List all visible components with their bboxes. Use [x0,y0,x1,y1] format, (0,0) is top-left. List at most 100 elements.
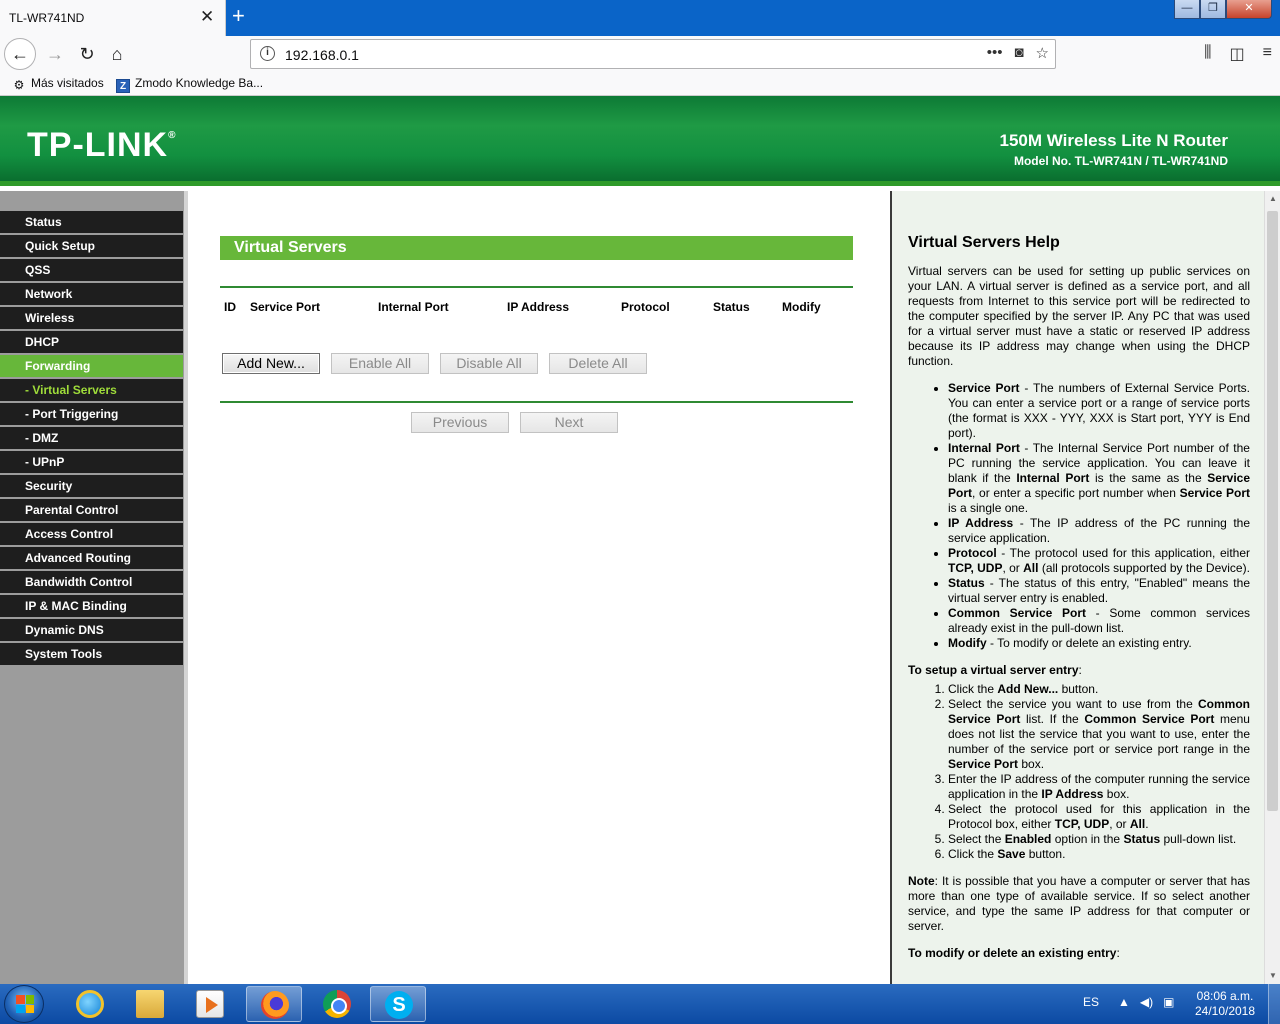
new-tab-icon[interactable]: + [232,3,245,29]
bookmark-star-icon[interactable]: ☆ [1036,44,1049,62]
skype-icon: S [385,991,413,1019]
gear-icon: ⚙ [13,78,25,92]
help-item-common-service-port: Common Service Port - Some common servic… [948,606,1250,636]
help-step: Select the protocol used for this applic… [948,802,1250,832]
product-name: 150M Wireless Lite N Router [999,131,1228,150]
disable-all-button[interactable]: Disable All [440,353,538,374]
media-player-icon [196,990,224,1018]
sidebar-icon[interactable]: ◫ [1230,44,1245,64]
maximize-button[interactable]: ❐ [1200,0,1226,19]
column-header-id: ID [224,300,236,314]
taskbar-internet-explorer[interactable] [62,986,118,1022]
sidebar-item-dynamic-dns[interactable]: Dynamic DNS [0,619,183,643]
url-bar[interactable]: i 192.168.0.1 ••• ◙ ☆ [250,39,1056,69]
clock-date: 24/10/2018 [1194,1004,1256,1018]
help-step: Click the Save button. [948,847,1250,862]
taskbar-skype[interactable]: S [370,986,426,1022]
delete-all-button[interactable]: Delete All [549,353,647,374]
sidebar-item-bandwidth-control[interactable]: Bandwidth Control [0,571,183,595]
sidebar-item-ip-mac-binding[interactable]: IP & MAC Binding [0,595,183,619]
help-step: Select the Enabled option in the Status … [948,832,1250,847]
help-step: Enter the IP address of the computer run… [948,772,1250,802]
previous-button[interactable]: Previous [411,412,509,433]
url-actions: ••• ◙ ☆ [987,44,1049,62]
pocket-icon[interactable]: ◙ [1014,44,1023,62]
close-window-button[interactable]: ✕ [1226,0,1272,19]
page-actions-icon[interactable]: ••• [987,44,1003,62]
taskbar-file-explorer[interactable] [122,986,178,1022]
taskbar-firefox[interactable] [246,986,302,1022]
scroll-up-icon[interactable]: ▲ [1265,191,1280,207]
help-item-internal-port: Internal Port - The Internal Service Por… [948,441,1250,516]
network-icon[interactable]: ▣ [1163,995,1174,1009]
zmodo-icon: Z [116,79,130,93]
column-header-service-port: Service Port [250,300,321,314]
sidebar-item-dmz[interactable]: - DMZ [0,427,183,451]
volume-icon[interactable]: ◀) [1140,995,1153,1009]
browser-tab-bar: TL-WR741ND ✕ + — ❐ ✕ [0,0,1280,36]
library-icon[interactable]: ⫼ [1204,44,1211,64]
show-hidden-icons-icon[interactable]: ▲ [1118,995,1130,1009]
clock[interactable]: 08:06 a.m. 24/10/2018 [1190,989,1260,1019]
add-new-button[interactable]: Add New... [222,353,320,374]
model-number: Model No. TL-WR741N / TL-WR741ND [1013,154,1228,168]
taskbar-media-player[interactable] [182,986,238,1022]
column-header-status: Status [713,300,750,314]
column-header-protocol: Protocol [621,300,670,314]
scroll-down-icon[interactable]: ▼ [1265,968,1280,984]
sidebar-item-wireless[interactable]: Wireless [0,307,183,331]
help-setup-steps: Click the Add New... button. Select the … [948,682,1250,862]
table-header-row: ID Service Port Internal Port IP Address… [220,300,853,318]
sidebar-item-advanced-routing[interactable]: Advanced Routing [0,547,183,571]
next-button[interactable]: Next [520,412,618,433]
router-header: TP-LINK® 150M Wireless Lite N Router Mod… [0,96,1280,186]
help-title: Virtual Servers Help [908,234,1060,251]
sidebar-item-port-triggering[interactable]: - Port Triggering [0,403,183,427]
minimize-button[interactable]: — [1174,0,1200,19]
sidebar-item-upnp[interactable]: - UPnP [0,451,183,475]
help-item-ip-address: IP Address - The IP address of the PC ru… [948,516,1250,546]
enable-all-button[interactable]: Enable All [331,353,429,374]
forward-arrow-icon[interactable]: → [40,40,70,68]
sidebar-item-virtual-servers[interactable]: - Virtual Servers [0,379,183,403]
sidebar-item-network[interactable]: Network [0,283,183,307]
sidebar-item-security[interactable]: Security [0,475,183,499]
sidebar-item-parental-control[interactable]: Parental Control [0,499,183,523]
taskbar-chrome[interactable] [309,986,365,1022]
sidebar-item-quick-setup[interactable]: Quick Setup [0,235,183,259]
help-scrollbar[interactable]: ▲ ▼ [1264,191,1280,984]
help-body: Virtual servers can be used for setting … [908,264,1250,973]
language-indicator[interactable]: ES [1083,995,1099,1009]
show-desktop-button[interactable] [1268,984,1280,1024]
tab-close-icon[interactable]: ✕ [200,8,214,26]
browser-tab[interactable]: TL-WR741ND ✕ [0,0,226,36]
column-header-modify: Modify [782,300,821,314]
bookmark-zmodo[interactable]: Z Zmodo Knowledge Ba... [116,76,263,93]
help-step: Click the Add New... button. [948,682,1250,697]
tray-icons: ▲ ◀) ▣ [1118,995,1174,1009]
reload-icon[interactable]: ↻ [72,40,102,68]
start-button[interactable] [4,985,44,1023]
scrollbar-thumb[interactable] [1267,211,1278,811]
main-content: Virtual Servers ID Service Port Internal… [188,191,890,984]
sidebar-item-dhcp[interactable]: DHCP [0,331,183,355]
help-field-list: Service Port - The numbers of External S… [948,381,1250,651]
tp-link-logo: TP-LINK® [27,126,177,164]
hamburger-menu-icon[interactable]: ≡ [1263,44,1272,64]
bookmark-most-visited[interactable]: ⚙ Más visitados [12,76,104,92]
help-item-service-port: Service Port - The numbers of External S… [948,381,1250,441]
sidebar-item-system-tools[interactable]: System Tools [0,643,183,667]
sidebar-item-status[interactable]: Status [0,211,183,235]
sidebar-menu: Status Quick Setup QSS Network Wireless … [0,211,183,667]
column-header-internal-port: Internal Port [378,300,449,314]
help-setup-heading: To setup a virtual server entry: [908,663,1082,677]
back-arrow-icon[interactable]: ← [4,38,36,70]
url-text[interactable]: 192.168.0.1 [285,47,359,63]
site-info-icon[interactable]: i [260,46,275,61]
sidebar-item-access-control[interactable]: Access Control [0,523,183,547]
sidebar-item-forwarding[interactable]: Forwarding [0,355,183,379]
home-icon[interactable]: ⌂ [102,40,132,68]
table-bottom-divider [220,401,853,403]
sidebar-item-qss[interactable]: QSS [0,259,183,283]
folder-icon [136,990,164,1018]
